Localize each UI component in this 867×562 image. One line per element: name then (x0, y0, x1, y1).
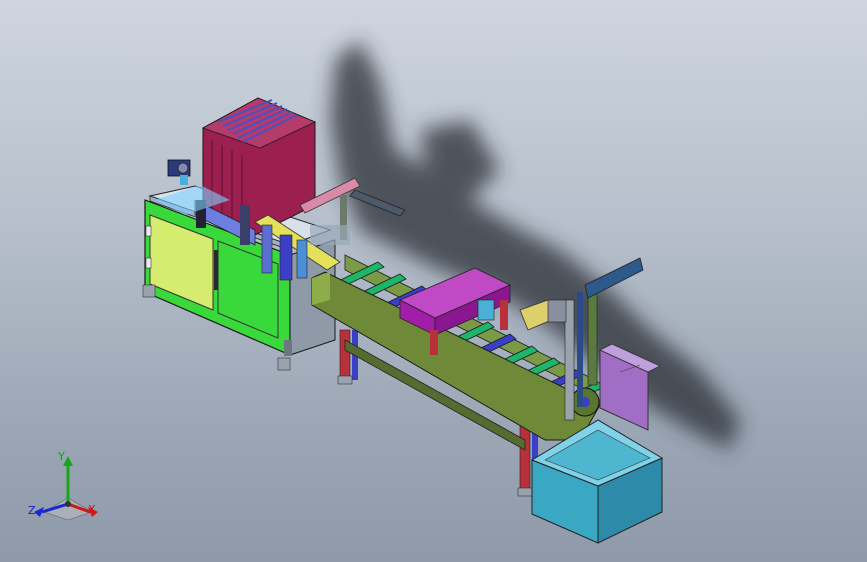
cad-viewport[interactable]: Y X Z (0, 0, 867, 562)
machine-model-render[interactable] (0, 0, 867, 562)
axis-y-label: Y (58, 450, 65, 463)
coordinate-triad[interactable]: Y X Z (22, 446, 112, 526)
axis-z-label: Z (28, 504, 36, 517)
axis-x-label: X (88, 503, 96, 516)
